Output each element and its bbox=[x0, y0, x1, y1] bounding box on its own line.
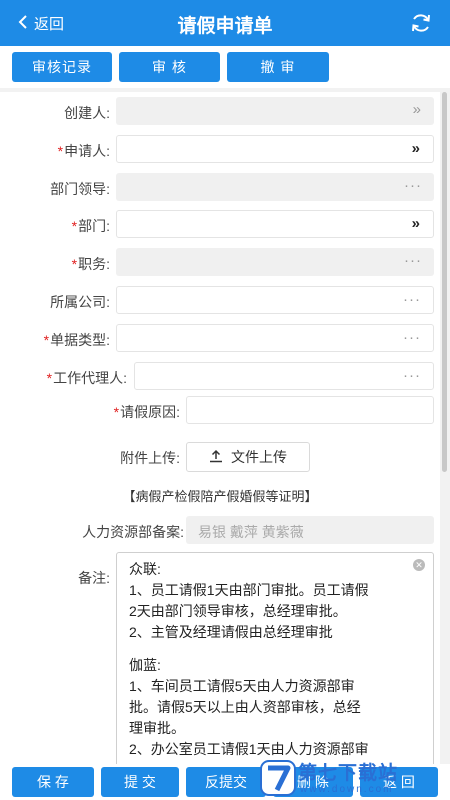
leave-form: 创建人: » *申请人: » 部门领导: ··· *部门: » *职务: ···… bbox=[0, 92, 440, 764]
save-button[interactable]: 保 存 bbox=[12, 767, 94, 797]
creator-row: 创建人: » bbox=[0, 97, 440, 127]
hr-row: 人力资源部备案: 易银 戴萍 黄紫薇 bbox=[0, 516, 440, 546]
agent-label: *工作代理人: bbox=[46, 370, 127, 386]
reason-row: *请假原因: bbox=[0, 396, 440, 426]
agent-field[interactable]: ··· bbox=[134, 362, 434, 390]
notes-line: 1、车间员工请假5天由人力资源部审 bbox=[129, 678, 355, 694]
dept-leader-row: 部门领导: ··· bbox=[0, 173, 440, 203]
hr-field: 易银 戴萍 黄紫薇 bbox=[186, 516, 434, 544]
notes-line: 伽蓝: bbox=[129, 657, 161, 673]
more-icon[interactable]: ··· bbox=[403, 367, 421, 384]
doc-type-row: *单据类型: ··· bbox=[0, 324, 440, 354]
watermark-logo-icon bbox=[260, 760, 296, 796]
site-watermark: 第七下载站 www.down.com bbox=[254, 756, 444, 800]
reason-input[interactable] bbox=[186, 396, 434, 424]
upload-label: 文件上传 bbox=[231, 449, 287, 465]
company-label: 所属公司: bbox=[50, 294, 110, 310]
notes-line: 2天由部门领导审核，总经理审批。 bbox=[129, 603, 347, 619]
applicant-field[interactable]: » bbox=[116, 135, 434, 163]
position-field: ··· bbox=[116, 248, 434, 276]
creator-label: 创建人: bbox=[64, 105, 110, 121]
dept-label: *部门: bbox=[71, 218, 110, 234]
watermark-title: 第七下载站 bbox=[298, 763, 399, 784]
notes-line: 批。请假5天以上由人资部审核，总经 bbox=[129, 699, 361, 715]
notes-line: 1、员工请假1天由部门审批。员工请假 bbox=[129, 582, 369, 598]
clear-icon[interactable]: ✕ bbox=[413, 559, 425, 571]
position-label: *职务: bbox=[71, 256, 110, 272]
applicant-row: *申请人: » bbox=[0, 135, 440, 165]
company-field[interactable]: ··· bbox=[116, 286, 434, 314]
notes-blank-line bbox=[129, 643, 421, 655]
more-icon: ··· bbox=[404, 177, 422, 194]
revoke-button[interactable]: 撤 审 bbox=[227, 52, 329, 82]
audit-button[interactable]: 审 核 bbox=[119, 52, 220, 82]
company-row: 所属公司: ··· bbox=[0, 286, 440, 316]
creator-field: » bbox=[116, 97, 434, 125]
applicant-label: *申请人: bbox=[57, 143, 110, 159]
app-header: 返回 请假申请单 bbox=[0, 0, 450, 46]
scrollbar[interactable] bbox=[442, 92, 447, 472]
notes-textarea[interactable]: ✕ 众联: 1、员工请假1天由部门审批。员工请假 2天由部门领导审核，总经理审批… bbox=[116, 552, 434, 764]
submit-button[interactable]: 提 交 bbox=[101, 767, 179, 797]
upload-icon bbox=[209, 449, 223, 466]
doc-type-label: *单据类型: bbox=[43, 332, 110, 348]
attach-hint: 【病假产检假陪产假婚假等证明】 bbox=[122, 489, 318, 504]
dept-leader-label: 部门领导: bbox=[50, 181, 110, 197]
hr-value: 易银 戴萍 黄紫薇 bbox=[198, 524, 304, 540]
select-icon: » bbox=[412, 101, 422, 118]
upload-button[interactable]: 文件上传 bbox=[186, 442, 310, 472]
refresh-icon[interactable] bbox=[410, 12, 432, 34]
notes-line: 2、主管及经理请假由总经理审批 bbox=[129, 624, 333, 640]
notes-label: 备注: bbox=[78, 570, 110, 586]
toolbar: 审核记录 审 核 撤 审 bbox=[0, 46, 450, 88]
dept-row: *部门: » bbox=[0, 210, 440, 240]
dept-field[interactable]: » bbox=[116, 210, 434, 238]
select-icon[interactable]: » bbox=[412, 140, 421, 157]
doc-type-field[interactable]: ··· bbox=[116, 324, 434, 352]
watermark-url: www.down.com bbox=[300, 784, 394, 795]
attach-row: 附件上传: 文件上传 bbox=[0, 442, 440, 472]
notes-line: 众联: bbox=[129, 561, 161, 577]
agent-row: *工作代理人: ··· bbox=[0, 362, 440, 392]
page-title: 请假申请单 bbox=[177, 16, 273, 37]
audit-record-button[interactable]: 审核记录 bbox=[12, 52, 112, 82]
reason-label: *请假原因: bbox=[113, 404, 180, 420]
more-icon[interactable]: ··· bbox=[403, 329, 421, 346]
dept-leader-field: ··· bbox=[116, 173, 434, 201]
notes-line: 理审批。 bbox=[129, 720, 185, 736]
more-icon: ··· bbox=[404, 252, 422, 269]
hr-label: 人力资源部备案: bbox=[82, 524, 184, 540]
select-icon[interactable]: » bbox=[412, 215, 421, 232]
more-icon[interactable]: ··· bbox=[403, 291, 421, 308]
position-row: *职务: ··· bbox=[0, 248, 440, 278]
attach-label: 附件上传: bbox=[120, 450, 180, 466]
